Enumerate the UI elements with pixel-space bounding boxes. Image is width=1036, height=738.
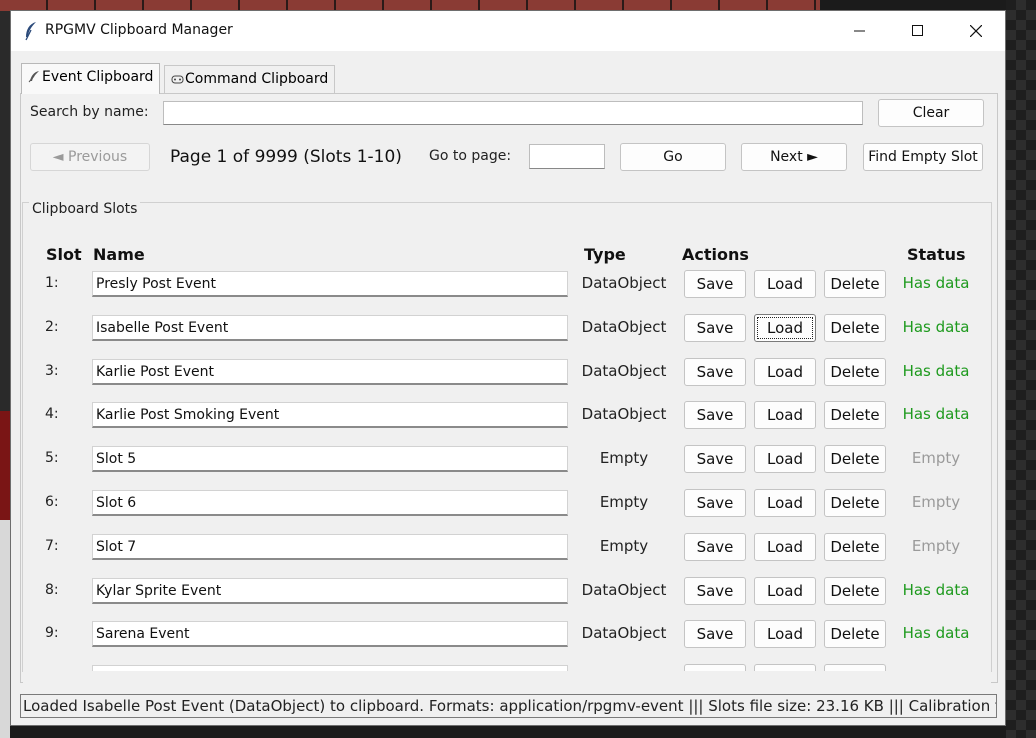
search-input[interactable] bbox=[163, 101, 863, 125]
slot-number: 3: bbox=[45, 363, 59, 379]
load-button[interactable]: Load bbox=[754, 401, 816, 429]
status-bar: Loaded Isabelle Post Event (DataObject) … bbox=[20, 694, 997, 718]
load-button[interactable]: Load bbox=[754, 489, 816, 517]
delete-button[interactable]: Delete bbox=[824, 445, 886, 473]
next-button[interactable]: Next ► bbox=[741, 143, 847, 171]
minimize-button[interactable] bbox=[837, 11, 883, 51]
slot-type: DataObject bbox=[581, 624, 667, 642]
slot-status-badge: Has data bbox=[902, 405, 970, 423]
header-slot: Slot bbox=[46, 245, 82, 264]
load-button[interactable]: Load bbox=[754, 533, 816, 561]
slot-name-input[interactable]: Karlie Post Smoking Event bbox=[92, 402, 568, 428]
maximize-button[interactable] bbox=[895, 11, 941, 51]
slot-name-input[interactable]: Isabelle Post Event bbox=[92, 315, 568, 341]
save-button[interactable]: Save bbox=[684, 533, 746, 561]
close-button[interactable] bbox=[953, 11, 999, 51]
slot-status-badge: Has data bbox=[902, 318, 970, 336]
save-button[interactable]: Save bbox=[684, 270, 746, 298]
slot-type: DataObject bbox=[581, 405, 667, 423]
slot-number: 1: bbox=[45, 275, 59, 291]
slot-status-badge: Has data bbox=[902, 274, 970, 292]
delete-button[interactable]: Delete bbox=[824, 314, 886, 342]
window-title: RPGMV Clipboard Manager bbox=[45, 22, 233, 38]
find-empty-slot-button[interactable]: Find Empty Slot bbox=[863, 143, 983, 171]
slot-type: Empty bbox=[599, 449, 649, 467]
slot-type: Empty bbox=[599, 537, 649, 555]
load-button[interactable]: Load bbox=[754, 620, 816, 648]
save-button[interactable]: Save bbox=[684, 489, 746, 517]
load-button[interactable]: Load bbox=[754, 358, 816, 386]
tab-event-clipboard[interactable]: Event Clipboard bbox=[21, 63, 161, 94]
slot-status-badge: Empty bbox=[911, 537, 961, 555]
title-bar[interactable]: RPGMV Clipboard Manager bbox=[11, 11, 1005, 51]
row-10-save-partial[interactable] bbox=[684, 664, 746, 671]
quill-icon bbox=[28, 70, 41, 83]
delete-button[interactable]: Delete bbox=[824, 620, 886, 648]
tab-label: Command Clipboard bbox=[185, 71, 329, 87]
group-title: Clipboard Slots bbox=[29, 201, 141, 217]
slot-number: 2: bbox=[45, 319, 59, 335]
clear-button[interactable]: Clear bbox=[878, 99, 984, 127]
slot-number: 6: bbox=[45, 494, 59, 510]
slot-name-input[interactable]: Karlie Post Event bbox=[92, 359, 568, 385]
slot-number: 4: bbox=[45, 406, 59, 422]
tab-label: Event Clipboard bbox=[42, 69, 154, 85]
goto-page-input[interactable] bbox=[529, 144, 605, 169]
slot-number: 5: bbox=[45, 450, 59, 466]
delete-button[interactable]: Delete bbox=[824, 489, 886, 517]
save-button[interactable]: Save bbox=[684, 620, 746, 648]
slot-status-badge: Empty bbox=[911, 493, 961, 511]
background-left-edge bbox=[0, 11, 10, 738]
save-button[interactable]: Save bbox=[684, 445, 746, 473]
load-button[interactable]: Load bbox=[754, 577, 816, 605]
slot-name-input[interactable]: Kylar Sprite Event bbox=[92, 578, 568, 604]
slot-name-input[interactable]: Slot 5 bbox=[92, 446, 568, 472]
save-button[interactable]: Save bbox=[684, 401, 746, 429]
load-button[interactable]: Load bbox=[754, 445, 816, 473]
slot-type: DataObject bbox=[581, 274, 667, 292]
delete-button[interactable]: Delete bbox=[824, 358, 886, 386]
header-name: Name bbox=[93, 245, 145, 264]
tab-command-clipboard[interactable]: Command Clipboard bbox=[164, 65, 336, 93]
row-10-delete-partial[interactable] bbox=[824, 664, 886, 671]
delete-button[interactable]: Delete bbox=[824, 270, 886, 298]
slot-name-input[interactable]: Slot 7 bbox=[92, 534, 568, 560]
slot-type: Empty bbox=[599, 493, 649, 511]
app-window: RPGMV Clipboard Manager Event Clipboard … bbox=[10, 10, 1006, 726]
previous-button[interactable]: ◄ Previous bbox=[30, 143, 150, 171]
load-button[interactable]: Load bbox=[754, 270, 816, 298]
delete-button[interactable]: Delete bbox=[824, 577, 886, 605]
group-bottom-edge bbox=[23, 671, 991, 683]
save-button[interactable]: Save bbox=[684, 577, 746, 605]
save-button[interactable]: Save bbox=[684, 314, 746, 342]
background-checker bbox=[1006, 0, 1036, 738]
slot-name-input[interactable]: Sarena Event bbox=[92, 621, 568, 647]
header-actions: Actions bbox=[682, 245, 749, 264]
slot-status-badge: Has data bbox=[902, 362, 970, 380]
slot-number: 8: bbox=[45, 582, 59, 598]
slot-number: 9: bbox=[45, 625, 59, 641]
slot-name-input[interactable]: Presly Post Event bbox=[92, 271, 568, 297]
slot-type: DataObject bbox=[581, 318, 667, 336]
header-status: Status bbox=[907, 245, 966, 264]
save-button[interactable]: Save bbox=[684, 358, 746, 386]
slot-status-badge: Has data bbox=[902, 624, 970, 642]
delete-button[interactable]: Delete bbox=[824, 533, 886, 561]
page-info: Page 1 of 9999 (Slots 1-10) bbox=[170, 147, 402, 167]
feather-icon bbox=[23, 21, 39, 41]
slot-type: DataObject bbox=[581, 362, 667, 380]
slot-name-input[interactable]: Slot 6 bbox=[92, 490, 568, 516]
slot-status-badge: Has data bbox=[902, 581, 970, 599]
slot-type: DataObject bbox=[581, 581, 667, 599]
gamepad-icon bbox=[171, 72, 184, 85]
load-button[interactable]: Load bbox=[754, 314, 816, 342]
go-button[interactable]: Go bbox=[620, 143, 726, 171]
delete-button[interactable]: Delete bbox=[824, 401, 886, 429]
header-type: Type bbox=[584, 245, 626, 264]
goto-label: Go to page: bbox=[429, 148, 512, 164]
search-label: Search by name: bbox=[30, 104, 149, 120]
slot-number: 7: bbox=[45, 538, 59, 554]
row-10-load-partial[interactable] bbox=[754, 664, 816, 671]
slot-status-badge: Empty bbox=[911, 449, 961, 467]
